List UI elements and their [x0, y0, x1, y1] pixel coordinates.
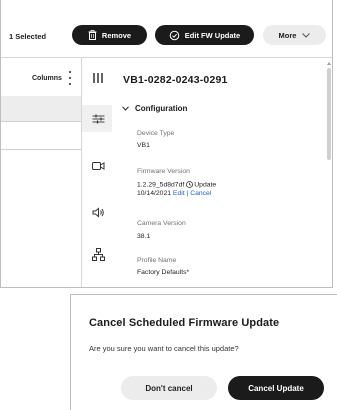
- cancel-firmware-dialog: Cancel Scheduled Firmware Update Are you…: [70, 294, 337, 410]
- edit-fw-label: Edit FW Update: [184, 30, 241, 40]
- dialog-title: Cancel Scheduled Firmware Update: [89, 317, 280, 329]
- firmware-version-value: 1.2.29_5d8d7df: [137, 181, 185, 189]
- update-status-text: Update: [194, 181, 217, 189]
- section-title: Configuration: [135, 104, 188, 113]
- camera-version-value: 38.1: [137, 233, 151, 240]
- clock-refresh-icon: [169, 30, 180, 41]
- device-type-label: Device Type: [137, 130, 175, 137]
- scroll-thumb[interactable]: [327, 68, 331, 160]
- profile-name-label: Profile Name: [137, 257, 177, 264]
- sliders-icon[interactable]: [91, 112, 105, 126]
- kebab-menu-icon[interactable]: [67, 71, 73, 85]
- scroll-up-arrow-icon[interactable]: [327, 62, 331, 65]
- table-row-divider: [1, 149, 81, 150]
- device-panel: 1 Selected Remove Edit FW Update More Co…: [0, 0, 333, 288]
- more-button[interactable]: More: [263, 25, 326, 45]
- selected-count: 1 Selected: [9, 32, 47, 41]
- columns-button[interactable]: Columns: [32, 75, 62, 82]
- icon-rail: [81, 58, 113, 287]
- chevron-down-icon: [122, 106, 129, 111]
- profile-name-value: Factory Defaults*: [137, 269, 190, 276]
- edit-link[interactable]: Edit: [173, 190, 185, 197]
- device-id-title: VB1-0282-0243-0291: [123, 74, 228, 86]
- configuration-section-toggle[interactable]: Configuration: [122, 104, 187, 113]
- remove-label: Remove: [101, 30, 132, 40]
- dialog-message: Are you sure you want to cancel this upd…: [89, 344, 239, 353]
- firmware-version-row: 1.2.29_5d8d7df Update: [137, 181, 216, 188]
- chevron-down-icon: [302, 32, 311, 38]
- table-row-divider: [1, 121, 81, 122]
- device-type-value: VB1: [137, 142, 150, 149]
- network-icon[interactable]: [91, 247, 105, 261]
- remove-button[interactable]: Remove: [72, 25, 147, 45]
- clock-icon: [186, 181, 194, 188]
- firmware-schedule-row: 10/14/2021 Edit | Cancel: [137, 190, 211, 197]
- columns-icon[interactable]: [91, 71, 105, 85]
- more-label: More: [278, 30, 297, 40]
- audio-icon[interactable]: [91, 205, 105, 219]
- device-details-panel: VB1-0282-0243-0291 Configuration Device …: [113, 58, 323, 287]
- cancel-link[interactable]: Cancel: [190, 190, 211, 197]
- camera-version-label: Camera Version: [137, 220, 186, 227]
- firmware-version-label: Firmware Version: [137, 168, 190, 175]
- camera-icon[interactable]: [91, 159, 105, 173]
- trash-icon: [88, 30, 97, 40]
- scheduled-date: 10/14/2021: [137, 190, 172, 197]
- edit-fw-update-button[interactable]: Edit FW Update: [155, 25, 254, 45]
- cancel-update-button[interactable]: Cancel Update: [228, 376, 324, 400]
- dont-cancel-button[interactable]: Don't cancel: [121, 376, 217, 400]
- link-separator: |: [186, 190, 189, 197]
- details-scrollbar[interactable]: [326, 62, 332, 286]
- table-row-selected[interactable]: [1, 96, 81, 121]
